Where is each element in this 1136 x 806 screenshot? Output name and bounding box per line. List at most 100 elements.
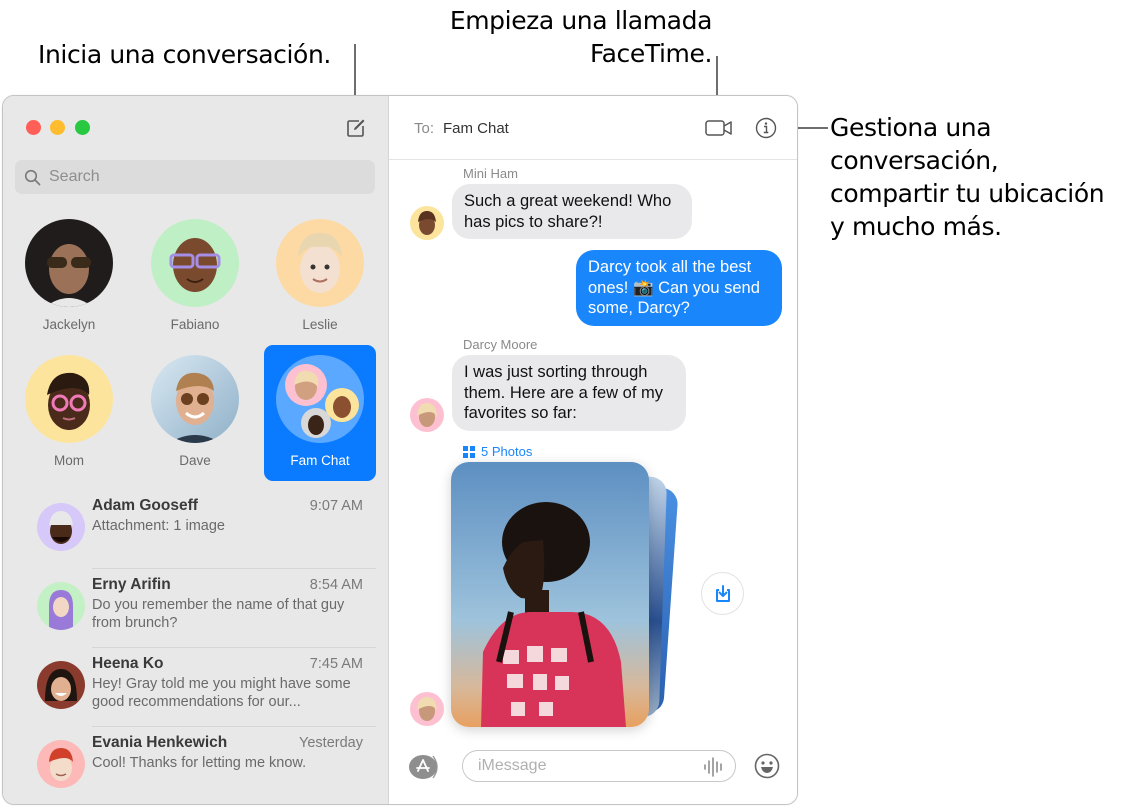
pinned-group-fam-chat[interactable]: Fam Chat [264, 345, 376, 481]
conversation-time: 9:07 AM [309, 498, 363, 514]
pinned-label: Leslie [302, 317, 338, 332]
memoji-icon [169, 238, 221, 292]
chat-header: To: Fam Chat [389, 96, 797, 160]
conversation-preview: Do you remember the name of that guy fro… [92, 597, 345, 631]
pinned-label: Dave [179, 453, 211, 468]
avatar-photo-icon [45, 669, 77, 701]
memoji-icon [49, 511, 73, 544]
callout-details-line: conversación, [830, 146, 999, 175]
minimize-window-button[interactable] [50, 120, 65, 135]
conversation-item[interactable]: Adam Gooseff 9:07 AM Attachment: 1 image [3, 488, 389, 567]
pinned-label: Jackelyn [42, 317, 96, 332]
conversation-name: Erny Arifin [92, 576, 171, 593]
avatar [37, 582, 85, 630]
chat-pane: To: Fam Chat Mini Ham Such a great weeke… [389, 96, 797, 804]
message-bubble-outgoing[interactable]: Darcy took all the best ones! 📸 Can you … [576, 250, 782, 326]
sender-avatar [410, 398, 444, 432]
avatar [151, 355, 239, 443]
conversation-preview: Hey! Gray told me you might have some go… [92, 676, 351, 710]
zoom-window-button[interactable] [75, 120, 90, 135]
callout-details-line: Gestiona una [830, 113, 992, 142]
group-avatar [276, 355, 364, 443]
memoji-icon [417, 697, 437, 721]
conversation-item[interactable]: Erny Arifin 8:54 AM Do you remember the … [3, 567, 389, 646]
pinned-contact-mom[interactable]: Mom [13, 345, 125, 481]
avatar-photo-icon [45, 244, 93, 307]
message-input[interactable] [478, 757, 698, 775]
details-button[interactable] [755, 117, 777, 144]
memoji-icon [418, 211, 436, 235]
audio-message-icon[interactable] [703, 757, 725, 777]
avatar [37, 740, 85, 788]
callout-facetime-line2: FaceTime. [589, 39, 712, 68]
pinned-contact-dave[interactable]: Dave [139, 345, 251, 481]
avatar [25, 355, 113, 443]
conversation-time: Yesterday [299, 735, 363, 751]
search-placeholder: Search [49, 168, 100, 185]
apps-button[interactable] [409, 754, 443, 780]
photo-stack[interactable] [451, 462, 691, 730]
callout-details-line: y mucho más. [830, 212, 1002, 241]
save-photos-button[interactable] [701, 572, 744, 615]
avatar [37, 661, 85, 709]
photo-portrait-image [451, 462, 649, 727]
conversation-name: Adam Gooseff [92, 497, 198, 514]
conversation-item[interactable]: Heena Ko 7:45 AM Hey! Gray told me you m… [3, 646, 389, 725]
search-field[interactable]: Search [15, 160, 375, 194]
conversation-preview: Cool! Thanks for letting me know. [92, 755, 307, 771]
avatar [276, 219, 364, 307]
sidebar: Search Jackelyn Fabiano Leslie Mom Dave … [3, 96, 389, 804]
callout-details-line: compartir tu ubicación [830, 179, 1105, 208]
grid-icon [463, 445, 475, 458]
callout-facetime-line1: Empieza una llamada [449, 6, 713, 35]
facetime-button[interactable] [705, 118, 733, 143]
video-camera-icon [705, 120, 732, 136]
smiley-icon [754, 753, 780, 779]
pinned-contact-fabiano[interactable]: Fabiano [139, 209, 251, 345]
sender-avatar [410, 206, 444, 240]
emoji-button[interactable] [754, 753, 780, 784]
avatar [37, 503, 85, 551]
recipient-field[interactable]: Fam Chat [443, 120, 509, 137]
download-icon [715, 584, 730, 602]
photo-thumbnail[interactable] [451, 462, 649, 727]
conversation-item[interactable]: Evania Henkewich Yesterday Cool! Thanks … [3, 725, 389, 804]
avatar [151, 219, 239, 307]
close-window-button[interactable] [26, 120, 41, 135]
photos-count: 5 Photos [481, 444, 533, 459]
conversation-preview: Attachment: 1 image [92, 518, 225, 534]
message-sender: Mini Ham [463, 166, 518, 181]
info-icon [755, 117, 777, 139]
photos-stack-label[interactable]: 5 Photos [463, 444, 532, 459]
message-composer [389, 742, 797, 804]
avatar [25, 219, 113, 307]
pinned-label: Fam Chat [290, 453, 350, 468]
callout-new-conversation: Inicia una conversación. [38, 40, 331, 69]
conversation-name: Heena Ko [92, 655, 164, 672]
memoji-icon [49, 590, 73, 630]
callout-facetime: Empieza una llamada FaceTime. [372, 4, 713, 70]
conversation-time: 8:54 AM [309, 577, 363, 593]
conversation-name: Evania Henkewich [92, 734, 228, 751]
compose-icon [347, 119, 365, 137]
message-bubble-incoming[interactable]: I was just sorting through them. Here ar… [452, 355, 686, 431]
app-store-icon [409, 755, 438, 779]
memoji-icon [49, 748, 73, 781]
search-icon [24, 169, 41, 185]
messages-window: Search Jackelyn Fabiano Leslie Mom Dave … [2, 95, 798, 805]
compose-button[interactable] [345, 117, 367, 139]
message-input-field[interactable] [462, 750, 736, 782]
message-bubble-incoming[interactable]: Such a great weekend! Who has pics to sh… [452, 184, 692, 239]
conversation-time: 7:45 AM [309, 656, 363, 672]
pinned-contact-jackelyn[interactable]: Jackelyn [13, 209, 125, 345]
memoji-icon [298, 233, 342, 293]
callout-details: Gestiona una conversación, compartir tu … [830, 111, 1136, 243]
pinned-label: Fabiano [170, 317, 220, 332]
group-memoji-icon [285, 364, 359, 438]
avatar-photo-icon [169, 372, 221, 443]
message-sender: Darcy Moore [463, 337, 538, 352]
to-label: To: [414, 120, 435, 137]
sender-avatar [410, 692, 444, 726]
pinned-contact-leslie[interactable]: Leslie [264, 209, 376, 345]
memoji-icon [417, 403, 437, 427]
